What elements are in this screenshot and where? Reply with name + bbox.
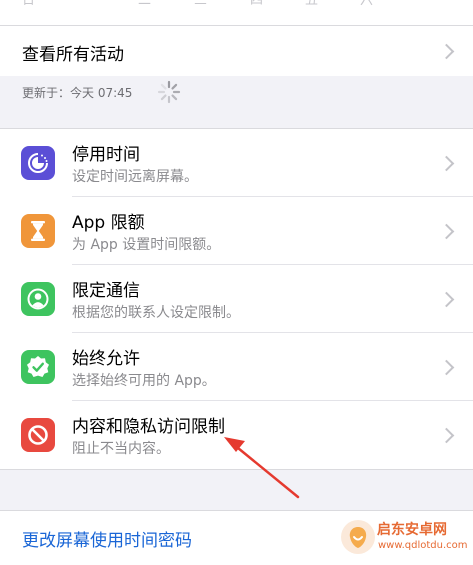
content-privacy-restrictions-row[interactable]: 内容和隐私访问限制 阻止不当内容。 — [0, 401, 473, 469]
app-limits-row[interactable]: App 限额 为 App 设置时间限额。 — [0, 197, 473, 265]
always-allowed-subtitle: 选择始终可用的 App。 — [72, 373, 216, 389]
app-limits-subtitle: 为 App 设置时间限额。 — [72, 237, 221, 253]
communication-limits-title: 限定通信 — [72, 281, 140, 301]
watermark-title: 启东安卓网 — [377, 522, 447, 538]
weekday-label: 六 — [360, 0, 374, 8]
weekday-label: 一 — [80, 0, 94, 8]
watermark: 启东安卓网 www.qdlotdu.com — [341, 518, 471, 558]
chevron-right-icon — [438, 359, 455, 376]
chevron-right-icon — [438, 155, 455, 172]
no-entry-icon — [21, 418, 55, 452]
chevron-right-icon — [438, 223, 455, 240]
loading-spinner-icon — [157, 80, 181, 104]
weekday-label: 二 — [138, 0, 152, 8]
always-allowed-title: 始终允许 — [72, 349, 140, 369]
content-privacy-restrictions-title: 内容和隐私访问限制 — [72, 417, 225, 437]
change-passcode-link[interactable]: 更改屏幕使用时间密码 — [22, 526, 192, 551]
weekday-label: 四 — [250, 0, 264, 8]
always-allowed-row[interactable]: 始终允许 选择始终可用的 App。 — [0, 333, 473, 401]
downtime-row[interactable]: 停用时间 设定时间远离屏幕。 — [0, 129, 473, 197]
checkmark-seal-icon — [21, 350, 55, 384]
downtime-icon — [21, 146, 55, 180]
view-all-activity-row[interactable]: 查看所有活动 — [0, 26, 473, 76]
person-circle-icon — [21, 282, 55, 316]
content-privacy-restrictions-subtitle: 阻止不当内容。 — [72, 441, 170, 457]
weekday-label: 三 — [194, 0, 208, 8]
communication-limits-subtitle: 根据您的联系人设定限制。 — [72, 305, 240, 321]
view-all-activity-label: 查看所有活动 — [22, 45, 124, 65]
chevron-right-icon — [438, 291, 455, 308]
downtime-subtitle: 设定时间远离屏幕。 — [72, 169, 198, 185]
hourglass-icon — [21, 214, 55, 248]
communication-limits-row[interactable]: 限定通信 根据您的联系人设定限制。 — [0, 265, 473, 333]
watermark-logo-icon — [341, 520, 375, 554]
weekday-label: 日 — [22, 0, 36, 8]
downtime-title: 停用时间 — [72, 145, 140, 165]
chevron-right-icon — [438, 43, 455, 60]
watermark-url: www.qdlotdu.com — [378, 540, 468, 551]
updated-timestamp: 更新于：今天 07:45 — [22, 86, 133, 100]
app-limits-title: App 限额 — [72, 213, 145, 233]
weekday-label: 五 — [305, 0, 319, 8]
weekday-labels: 日 一 二 三 四 五 六 — [0, 0, 473, 11]
activity-card: 日 一 二 三 四 五 六 查看所有活动 — [0, 0, 473, 76]
screen-time-settings-list: 停用时间 设定时间远离屏幕。 App 限额 为 App 设置时间限额。 限定通信… — [0, 128, 473, 470]
chevron-right-icon — [438, 427, 455, 444]
